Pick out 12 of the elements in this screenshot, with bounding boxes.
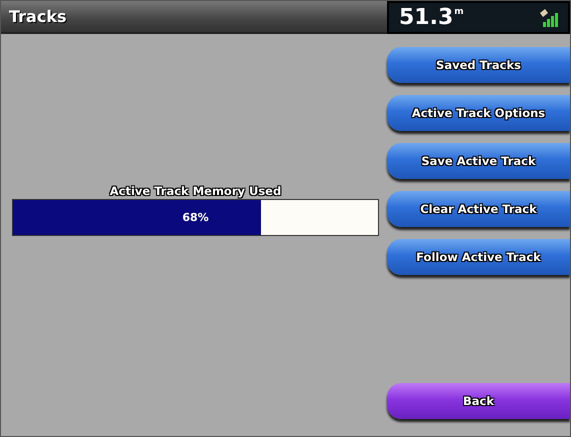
back-button[interactable]: Back [387, 383, 570, 419]
unit-label: m [454, 7, 464, 17]
menu-button[interactable]: Clear Active Track [387, 191, 570, 227]
depth-reading: 51.3 [399, 5, 454, 30]
menu-button[interactable]: Active Track Options [387, 95, 570, 131]
memory-percent: 68% [182, 211, 209, 224]
menu-button[interactable]: Follow Active Track [387, 239, 570, 275]
menu-button[interactable]: Save Active Track [387, 143, 570, 179]
memory-label: Active Track Memory Used [110, 184, 282, 198]
menu-button[interactable]: Saved Tracks [387, 47, 570, 83]
screen-title: Tracks [9, 7, 66, 26]
gps-signal-icon [538, 8, 560, 28]
